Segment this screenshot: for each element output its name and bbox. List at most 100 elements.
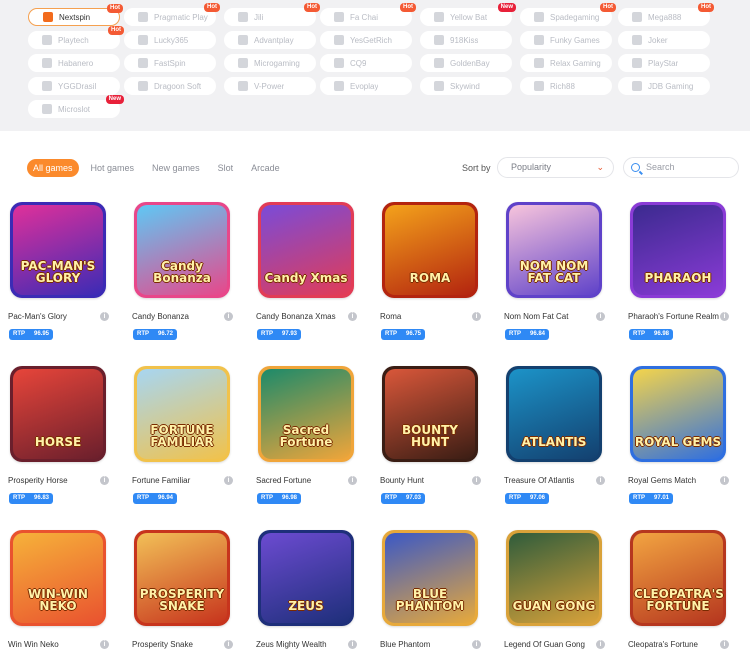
game-card[interactable]: Sacred Fortune Sacred Fortune i RTP 96.98 <box>256 366 366 504</box>
info-icon[interactable]: i <box>596 476 605 485</box>
rtp-badge: RTP 97.93 <box>257 329 302 340</box>
info-icon[interactable]: i <box>224 312 233 321</box>
provider-chip[interactable]: Jili Hot <box>224 3 320 26</box>
info-icon[interactable]: i <box>720 640 729 649</box>
game-card[interactable]: ATLANTIS Treasure Of Atlantis i RTP 97.06 <box>504 366 614 504</box>
provider-badge: New <box>105 95 124 104</box>
rtp-badge: RTP 96.75 <box>381 329 426 340</box>
game-card[interactable]: HORSE Prosperity Horse i RTP 96.83 <box>8 366 118 504</box>
rtp-label: RTP <box>13 331 25 337</box>
provider-chip[interactable]: Evoplay <box>320 77 412 95</box>
category-tab[interactable]: Slot <box>212 159 240 177</box>
game-artwork-title: BOUNTY HUNT <box>401 423 458 449</box>
provider-chip[interactable]: Dragoon Soft <box>124 77 216 95</box>
game-thumbnail[interactable]: Sacred Fortune <box>258 366 354 462</box>
provider-chip[interactable]: JDB Gaming <box>618 77 710 95</box>
provider-chip[interactable]: Joker <box>618 31 710 49</box>
game-card[interactable]: Candy Xmas Candy Bonanza Xmas i RTP 97.93 <box>256 202 366 340</box>
provider-chip[interactable]: Spadegaming Hot <box>520 3 616 26</box>
provider-chip[interactable]: PlayStar <box>618 54 710 72</box>
provider-chip[interactable]: Rich88 <box>520 77 612 95</box>
provider-chip[interactable]: Skywind <box>420 77 512 95</box>
provider-chip[interactable]: YGGDrasil <box>28 77 120 95</box>
game-card[interactable]: BLUE PHANTOM Blue Phantom i <box>380 530 490 649</box>
game-artwork-title: PROSPERITY SNAKE <box>139 587 225 613</box>
provider-chip[interactable]: FastSpin <box>124 54 216 72</box>
game-card[interactable]: WIN-WIN NEKO Win Win Neko i <box>8 530 118 649</box>
provider-chip[interactable]: Advantplay <box>224 31 316 49</box>
category-tab[interactable]: All games <box>27 159 79 177</box>
category-tab[interactable]: New games <box>146 159 206 177</box>
provider-chip[interactable]: Fa Chai Hot <box>320 3 416 26</box>
category-tab[interactable]: Arcade <box>245 159 286 177</box>
game-thumbnail[interactable]: FORTUNE FAMILIAR <box>134 366 230 462</box>
info-icon[interactable]: i <box>224 476 233 485</box>
search-input[interactable]: Search <box>623 157 739 178</box>
game-card[interactable]: ROMA Roma i RTP 96.75 <box>380 202 490 340</box>
game-card[interactable]: PROSPERITY SNAKE Prosperity Snake i <box>132 530 242 649</box>
game-thumbnail[interactable]: ROYAL GEMS <box>630 366 726 462</box>
game-card[interactable]: BOUNTY HUNT Bounty Hunt i RTP 97.03 <box>380 366 490 504</box>
game-card[interactable]: ZEUS Zeus Mighty Wealth i <box>256 530 366 649</box>
provider-chip[interactable]: Nextspin Hot <box>28 4 123 26</box>
provider-badge: New <box>497 3 516 12</box>
game-card[interactable]: Candy Bonanza Candy Bonanza i RTP 96.72 <box>132 202 242 340</box>
provider-chip[interactable]: Pragmatic Play Hot <box>124 3 220 26</box>
game-artwork-title: Sacred Fortune <box>279 423 333 449</box>
info-icon[interactable]: i <box>100 312 109 321</box>
rtp-value: 97.93 <box>282 331 298 337</box>
game-thumbnail[interactable]: BLUE PHANTOM <box>382 530 478 626</box>
game-thumbnail[interactable]: PHARAOH <box>630 202 726 298</box>
info-icon[interactable]: i <box>348 312 357 321</box>
mega888-logo-icon <box>632 12 642 22</box>
game-card[interactable]: PAC-MAN'S GLORY Pac-Man's Glory i RTP 96.95 <box>8 202 118 340</box>
provider-chip[interactable]: Mega888 Hot <box>618 3 714 26</box>
provider-chip[interactable]: Yellow Bat New <box>420 3 516 26</box>
sort-select[interactable]: Popularity ⌄ <box>497 157 614 178</box>
provider-chip[interactable]: Microslot New <box>28 95 124 118</box>
game-thumbnail[interactable]: PAC-MAN'S GLORY <box>10 202 106 298</box>
info-icon[interactable]: i <box>472 476 481 485</box>
info-icon[interactable]: i <box>720 476 729 485</box>
game-thumbnail[interactable]: ATLANTIS <box>506 366 602 462</box>
provider-chip[interactable]: 918Kiss <box>420 31 512 49</box>
game-card[interactable]: CLEOPATRA'S FORTUNE Cleopatra's Fortune i <box>628 530 738 649</box>
info-icon[interactable]: i <box>348 640 357 649</box>
provider-chip[interactable]: GoldenBay <box>420 54 512 72</box>
game-card[interactable]: FORTUNE FAMILIAR Fortune Familiar i RTP 96.9… <box>132 366 242 504</box>
info-icon[interactable]: i <box>596 312 605 321</box>
game-thumbnail[interactable]: BOUNTY HUNT <box>382 366 478 462</box>
provider-chip[interactable]: YesGetRich <box>320 31 412 49</box>
game-thumbnail[interactable]: ROMA <box>382 202 478 298</box>
game-thumbnail[interactable]: GUAN GONG <box>506 530 602 626</box>
game-thumbnail[interactable]: ZEUS <box>258 530 354 626</box>
provider-chip[interactable]: Habanero <box>28 54 120 72</box>
provider-chip[interactable]: Playtech Hot <box>28 26 124 49</box>
provider-chip[interactable]: Relax Gaming <box>520 54 612 72</box>
game-thumbnail[interactable]: NOM NOM FAT CAT <box>506 202 602 298</box>
game-card[interactable]: NOM NOM FAT CAT Nom Nom Fat Cat i RTP 96.84 <box>504 202 614 340</box>
game-thumbnail[interactable]: PROSPERITY SNAKE <box>134 530 230 626</box>
game-thumbnail[interactable]: HORSE <box>10 366 106 462</box>
info-icon[interactable]: i <box>596 640 605 649</box>
game-card[interactable]: PHARAOH Pharaoh's Fortune Realm i RTP 96.98 <box>628 202 738 340</box>
info-icon[interactable]: i <box>472 640 481 649</box>
provider-chip[interactable]: V-Power <box>224 77 316 95</box>
info-icon[interactable]: i <box>224 640 233 649</box>
info-icon[interactable]: i <box>472 312 481 321</box>
provider-chip[interactable]: Microgaming <box>224 54 316 72</box>
provider-chip[interactable]: Lucky365 <box>124 31 216 49</box>
info-icon[interactable]: i <box>100 640 109 649</box>
info-icon[interactable]: i <box>100 476 109 485</box>
category-tab[interactable]: Hot games <box>85 159 141 177</box>
game-card[interactable]: ROYAL GEMS Royal Gems Match i RTP 97.01 <box>628 366 738 504</box>
game-thumbnail[interactable]: WIN-WIN NEKO <box>10 530 106 626</box>
game-card[interactable]: GUAN GONG Legend Of Guan Gong i <box>504 530 614 649</box>
info-icon[interactable]: i <box>720 312 729 321</box>
info-icon[interactable]: i <box>348 476 357 485</box>
game-thumbnail[interactable]: Candy Bonanza <box>134 202 230 298</box>
provider-chip[interactable]: CQ9 <box>320 54 412 72</box>
provider-chip[interactable]: Funky Games <box>520 31 612 49</box>
game-thumbnail[interactable]: CLEOPATRA'S FORTUNE <box>630 530 726 626</box>
game-thumbnail[interactable]: Candy Xmas <box>258 202 354 298</box>
